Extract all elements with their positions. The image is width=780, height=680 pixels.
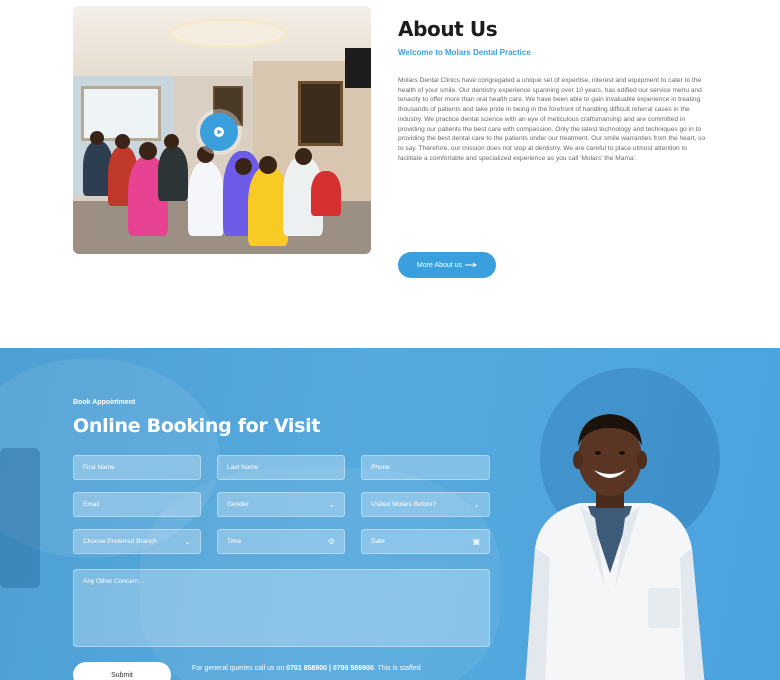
phone-input[interactable]: Phone [361, 455, 490, 480]
submit-button[interactable]: Submit [73, 662, 171, 680]
date-input[interactable]: Date ▣ [361, 529, 490, 554]
note-prefix: For general queries call us on [192, 665, 287, 672]
first-name-input[interactable]: First Name [73, 455, 201, 480]
concern-placeholder: Any Other Concern... [83, 578, 145, 585]
last-name-placeholder: Last Name [227, 464, 259, 471]
clinic-waiting-room-photo [73, 6, 371, 254]
booking-section: Book Appointment Online Booking for Visi… [0, 348, 780, 680]
branch-select[interactable]: Choose Preferred Branch ⌄ [73, 529, 201, 554]
gender-placeholder: Gender [227, 501, 249, 508]
more-about-us-button[interactable]: More About us [398, 252, 496, 278]
booking-note: For general queries call us on 0701 8589… [192, 664, 492, 674]
date-placeholder: Date [371, 538, 385, 545]
time-placeholder: Time [227, 538, 242, 545]
arrow-right-icon [465, 262, 477, 268]
gender-select[interactable]: Gender ⌄ [217, 492, 345, 517]
note-phone-numbers[interactable]: 0701 858900 | 0796 586900 [286, 665, 374, 672]
note-suffix: . This is staffed [373, 665, 421, 672]
about-title: About Us [398, 17, 498, 41]
booking-title: Online Booking for Visit [73, 415, 321, 437]
email-placeholder: Email [83, 501, 100, 508]
email-input[interactable]: Email [73, 492, 201, 517]
concern-textarea[interactable]: Any Other Concern... [73, 569, 490, 647]
chevron-down-icon: ⌄ [184, 537, 191, 546]
visited-before-select[interactable]: Visited Molars Before? ⌄ [361, 492, 490, 517]
doctor-photo [525, 414, 705, 680]
gear-icon: ⚙ [327, 537, 335, 546]
play-icon [214, 127, 224, 137]
first-name-placeholder: First Name [83, 464, 115, 471]
chevron-down-icon: ⌄ [328, 500, 335, 509]
branch-placeholder: Choose Preferred Branch [83, 538, 157, 545]
phone-placeholder: Phone [371, 464, 390, 471]
about-section: About Us Welcome to Molars Dental Practi… [0, 0, 780, 348]
play-video-button[interactable] [200, 113, 238, 151]
calendar-icon: ▣ [472, 537, 480, 546]
last-name-input[interactable]: Last Name [217, 455, 345, 480]
more-about-us-label: More About us [416, 261, 463, 269]
visited-before-placeholder: Visited Molars Before? [371, 501, 437, 508]
time-input[interactable]: Time ⚙ [217, 529, 345, 554]
booking-label: Book Appointment [73, 399, 136, 406]
about-body-text: Molars Dental Clinics have congregated a… [398, 77, 706, 162]
about-subtitle: Welcome to Molars Dental Practice [398, 48, 531, 57]
chevron-down-icon: ⌄ [473, 500, 480, 509]
